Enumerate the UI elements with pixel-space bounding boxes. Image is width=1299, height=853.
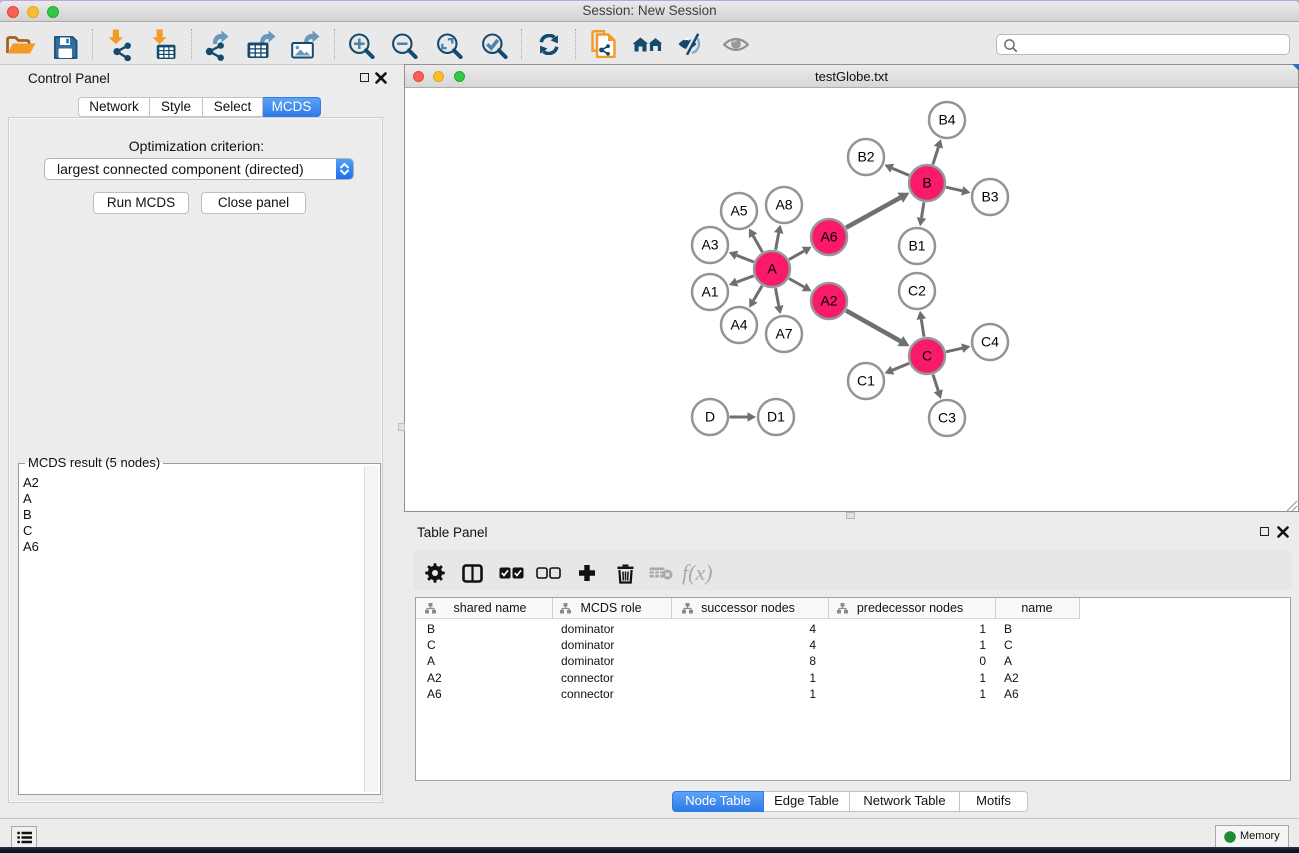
svg-text:A2: A2 [820,293,837,309]
svg-text:B4: B4 [938,112,955,128]
svg-text:A7: A7 [775,326,792,342]
svg-text:D1: D1 [767,409,785,425]
svg-text:C2: C2 [908,283,926,299]
svg-text:C1: C1 [857,373,875,389]
svg-text:B: B [922,175,931,191]
svg-text:C: C [922,348,932,364]
svg-text:D: D [705,409,715,425]
svg-text:A8: A8 [775,197,792,213]
svg-text:B3: B3 [981,189,998,205]
svg-text:C3: C3 [938,410,956,426]
svg-text:A5: A5 [730,203,747,219]
svg-text:B1: B1 [908,238,925,254]
svg-text:C4: C4 [981,334,999,350]
svg-text:B2: B2 [857,149,874,165]
svg-text:A3: A3 [701,237,718,253]
svg-text:A1: A1 [701,284,718,300]
svg-text:A4: A4 [730,317,747,333]
svg-text:A: A [767,261,777,277]
svg-text:A6: A6 [820,229,837,245]
